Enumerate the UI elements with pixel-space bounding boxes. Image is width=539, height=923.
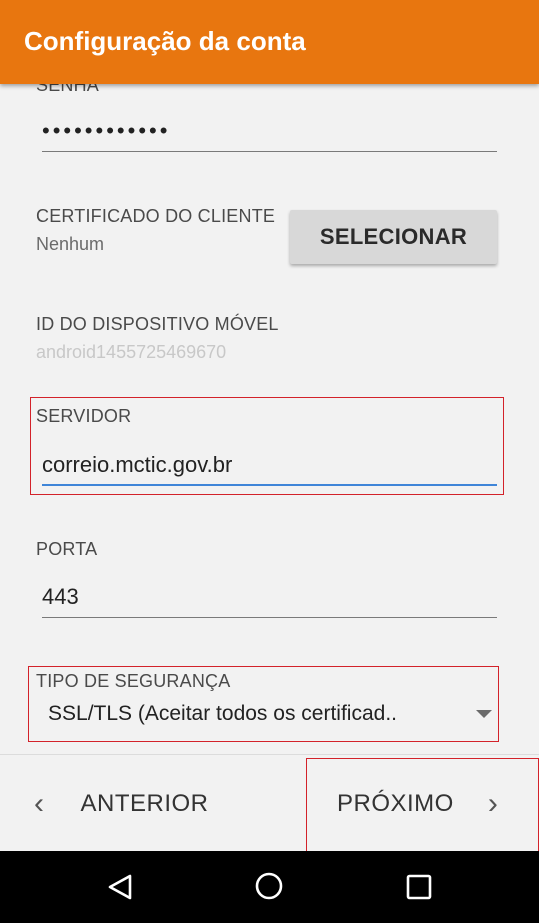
device-id-label: ID DO DISPOSITIVO MÓVEL [36,314,279,334]
port-input[interactable]: 443 [42,584,497,620]
next-highlight-box [306,758,539,854]
settings-form: SENHA •••••••••••• CERTIFICADO DO CLIENT… [0,84,539,754]
select-certificate-button[interactable]: SELECIONAR [290,210,497,264]
password-label: SENHA [36,84,100,95]
circle-home-icon[interactable] [254,871,284,901]
app-bar: Configuração da conta [0,0,539,84]
previous-label: ANTERIOR [80,789,209,817]
password-value: •••••••••••• [42,118,171,143]
bottom-action-bar: ‹ ANTERIOR PRÓXIMO › [0,754,539,854]
port-underline [42,617,497,618]
security-selected-value: SSL/TLS (Aceitar todos os certificad.. [48,702,397,725]
triangle-back-icon[interactable] [106,873,134,901]
client-cert-value: Nenhum [36,234,105,254]
page-title: Configuração da conta [24,26,306,56]
server-value: correio.mctic.gov.br [42,452,233,477]
dropdown-arrow-icon [476,710,492,718]
system-navigation-bar [0,851,539,923]
previous-button[interactable]: ‹ ANTERIOR [34,755,209,852]
port-label: PORTA [36,539,98,559]
security-label: TIPO DE SEGURANÇA [36,671,231,691]
chevron-left-icon: ‹ [34,786,45,820]
password-field[interactable]: •••••••••••• [42,118,497,154]
server-label: SERVIDOR [36,406,132,426]
device-id-value: android1455725469670 [36,342,227,362]
client-cert-label: CERTIFICADO DO CLIENTE [36,206,276,226]
server-underline [42,484,497,486]
square-recent-icon[interactable] [405,873,433,901]
port-value: 443 [42,584,79,609]
security-type-select[interactable]: SSL/TLS (Aceitar todos os certificad.. [48,702,498,728]
server-input[interactable]: correio.mctic.gov.br [42,452,497,488]
password-underline [42,151,497,152]
